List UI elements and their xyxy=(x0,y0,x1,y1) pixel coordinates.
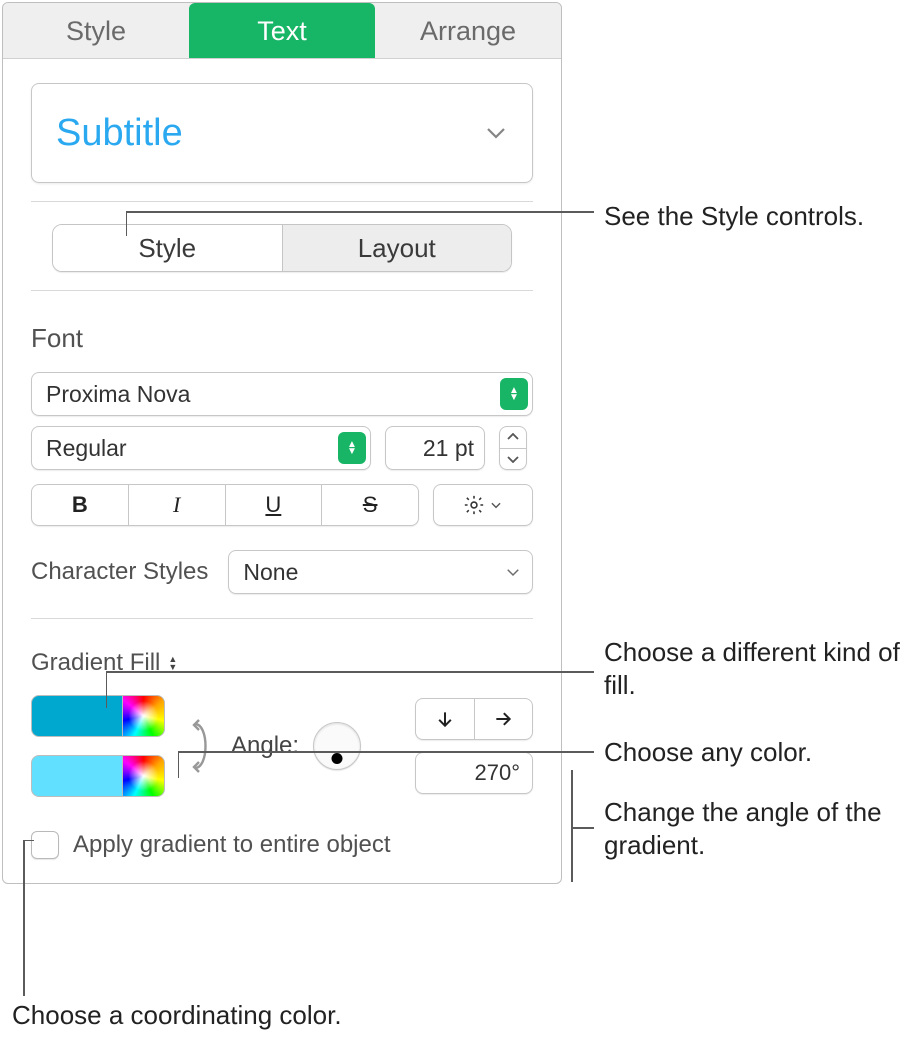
bold-button[interactable]: B xyxy=(32,485,128,525)
paragraph-style-popup[interactable]: Subtitle xyxy=(31,83,533,183)
callout-fill: Choose a different kind of fill. xyxy=(604,636,910,701)
chevron-down-icon xyxy=(504,563,522,581)
character-style-popup[interactable]: None xyxy=(228,550,533,594)
callout-angle: Change the angle of the gradient. xyxy=(604,796,910,861)
divider xyxy=(31,290,533,291)
chevron-down-icon xyxy=(484,121,508,145)
stepper-up[interactable] xyxy=(500,427,526,448)
font-size-stepper[interactable] xyxy=(499,426,527,470)
paragraph-style-label: Subtitle xyxy=(56,112,183,155)
strikethrough-button[interactable]: S xyxy=(321,485,418,525)
font-section-label: Font xyxy=(31,323,533,354)
arrow-right-icon xyxy=(493,709,513,729)
gear-icon xyxy=(463,494,485,516)
font-family-popup[interactable]: Proxima Nova ▲▼ xyxy=(31,372,533,416)
divider xyxy=(31,618,533,619)
callout-style: See the Style controls. xyxy=(604,200,864,233)
tab-style[interactable]: Style xyxy=(3,3,189,58)
italic-button[interactable]: I xyxy=(128,485,225,525)
character-styles-label: Character Styles xyxy=(31,558,208,586)
updown-icon: ▲▼ xyxy=(338,432,366,464)
gradient-color-2-well[interactable] xyxy=(31,755,123,797)
font-style-buttons: B I U S xyxy=(31,484,419,526)
font-style-popup[interactable]: Regular ▲▼ xyxy=(31,426,371,470)
updown-icon: ▲▼ xyxy=(500,378,528,410)
callout-coord: Choose a coordinating color. xyxy=(12,1000,342,1031)
divider xyxy=(31,201,533,202)
font-style-value: Regular xyxy=(46,435,127,462)
top-tabs: Style Text Arrange xyxy=(3,3,561,59)
callout-anycolor: Choose any color. xyxy=(604,736,812,769)
character-style-value: None xyxy=(243,559,298,586)
tab-arrange[interactable]: Arrange xyxy=(375,3,561,58)
apply-gradient-label: Apply gradient to entire object xyxy=(73,831,391,859)
font-family-value: Proxima Nova xyxy=(46,381,190,408)
font-size-value: 21 pt xyxy=(423,435,474,462)
underline-button[interactable]: U xyxy=(225,485,322,525)
color-wheel-2-button[interactable] xyxy=(123,755,165,797)
tab-text[interactable]: Text xyxy=(189,3,375,58)
arrow-down-icon xyxy=(435,709,455,729)
chevron-down-icon xyxy=(489,498,503,512)
advanced-options-button[interactable] xyxy=(433,484,533,526)
font-size-field[interactable]: 21 pt xyxy=(385,426,485,470)
stepper-down[interactable] xyxy=(500,448,526,470)
